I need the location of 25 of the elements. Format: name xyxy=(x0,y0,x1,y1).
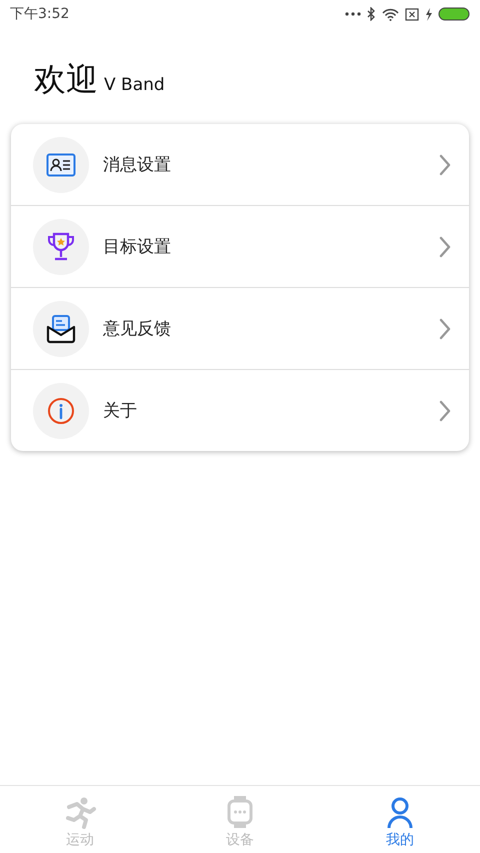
app-name: V Band xyxy=(104,75,165,95)
menu-item[interactable]: 关于 xyxy=(11,369,469,451)
contact-card-icon xyxy=(46,152,76,176)
trophy-icon xyxy=(47,232,75,262)
chevron-right-icon xyxy=(439,318,451,340)
more-dots-icon xyxy=(345,11,361,17)
info-icon xyxy=(47,396,75,424)
running-figure-icon xyxy=(63,797,97,829)
chevron-right-icon xyxy=(439,400,451,422)
bluetooth-icon xyxy=(367,7,376,21)
battery-icon xyxy=(438,7,470,21)
chevron-right-icon xyxy=(439,236,451,258)
menu-item[interactable]: 意见反馈 xyxy=(11,287,469,369)
menu-item[interactable]: 目标设置 xyxy=(11,205,469,287)
welcome-title: 欢迎 xyxy=(34,59,98,100)
wifi-icon xyxy=(382,8,399,20)
chevron-right-icon xyxy=(439,154,451,176)
menu-item[interactable]: 消息设置 xyxy=(11,124,469,205)
person-icon xyxy=(386,797,414,829)
smartwatch-icon xyxy=(227,795,253,829)
status-time: 下午3:52 xyxy=(10,5,70,23)
letter-envelope-icon xyxy=(46,314,76,344)
nav-tab[interactable]: 我的 xyxy=(320,786,480,853)
no-sim-icon xyxy=(405,8,419,20)
charging-icon xyxy=(425,8,432,20)
